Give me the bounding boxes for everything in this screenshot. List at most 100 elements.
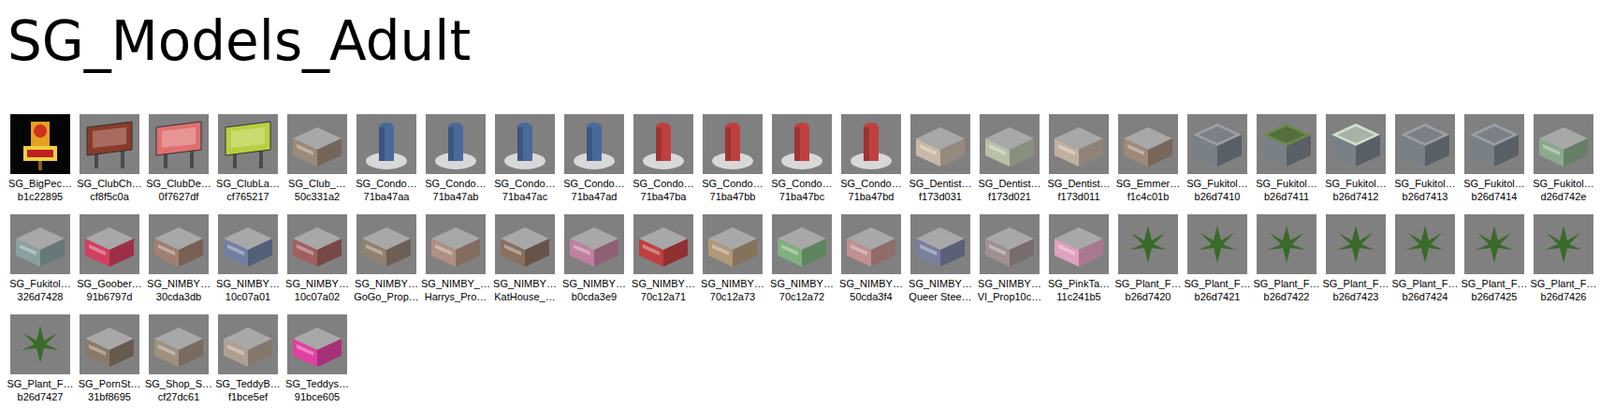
thumbnail [356,114,417,175]
condo-tower-icon [494,114,555,175]
building-icon [702,214,763,275]
file-name: SG_Plant_F… [1323,276,1390,291]
file-name: SG_NIMBY… [908,276,973,291]
file-subtitle: 10c07a01 [225,290,271,304]
file-item[interactable]: SG_NIMBY…10c07a01 [213,214,283,304]
condo-tower-icon [771,114,832,175]
file-item[interactable]: SG_Plant_F…b26d7423 [1321,214,1391,304]
file-name: SG_Fukitol… [1186,176,1248,190]
thumbnail [79,214,140,275]
file-item[interactable]: SG_Plant_F…b26d7421 [1182,214,1252,304]
file-item[interactable]: SG_Condo…71ba47ba [628,114,699,204]
file-item[interactable]: SG_Plant_F…b26d7426 [1528,214,1599,304]
thumbnail [1118,114,1179,175]
tank-icon [1256,114,1317,175]
thumbnail [979,114,1040,175]
billboard-icon [79,114,140,175]
file-item[interactable]: SG_Club_…50c331a2 [282,114,352,204]
file-item[interactable]: SG_Fukitol…b26d7411 [1251,114,1322,204]
thumbnail [287,214,348,275]
file-subtitle: GoGo_Prop… [353,290,420,304]
file-subtitle: b26d7421 [1194,290,1241,304]
file-item[interactable]: SG_TeddyB…f1bce5ef [213,314,283,404]
file-subtitle: 70c12a73 [710,290,756,304]
file-subtitle: f1c4c01b [1127,189,1170,204]
file-subtitle: 71ba47bc [779,189,825,204]
file-item[interactable]: SG_Fukitol…b26d7412 [1321,114,1391,204]
file-item[interactable]: SG_Condo…71ba47ad [559,114,629,204]
file-name: SG_Shop_S… [145,377,213,391]
file-item[interactable]: SG_Plant_F…b26d7420 [1113,214,1183,304]
file-item[interactable]: SG_Teddys…91bce605 [282,314,352,404]
file-item[interactable]: SG_NIMBY…b0cda3e9 [559,214,629,304]
thumbnail [1048,214,1109,275]
file-item[interactable]: SG_BigPec…b1c22895 [5,114,75,204]
file-name: SG_Condo… [563,176,625,190]
file-item[interactable]: SG_Shop_S…cf27dc61 [144,314,214,404]
file-item[interactable]: SG_NIMBY_…Harrys_Pro… [421,214,491,304]
thumbnail [1464,114,1525,175]
file-item[interactable]: SG_PornSt…31bf8695 [74,314,145,404]
file-item[interactable]: SG_NIMBY…70c12a71 [628,214,699,304]
file-name: SG_NIMBY… [700,276,765,291]
file-item[interactable]: SG_Plant_F…b26d7427 [5,314,75,404]
building-icon [1048,214,1109,275]
file-name: SG_Goober… [76,276,143,291]
file-item[interactable]: SG_Plant_F…b26d7424 [1390,214,1460,304]
file-item[interactable]: SG_NIMBY…GoGo_Prop… [351,214,422,304]
file-item[interactable]: SG_NIMBY…70c12a72 [767,214,837,304]
thumbnail [633,114,694,175]
file-item[interactable]: SG_Fukitol…b26d7410 [1182,114,1252,204]
file-item[interactable]: SG_Goober…91b6797d [74,214,145,304]
file-name: SG_NIMBY… [770,276,834,291]
file-item[interactable]: SG_Fukitol…326d7428 [5,214,75,304]
building-icon [425,214,486,275]
condo-tower-icon [425,114,486,175]
file-subtitle: b26d7424 [1402,290,1449,304]
thumbnail [10,314,71,375]
file-item[interactable]: SG_NIMBY…30cda3db [144,214,214,304]
file-name: SG_Plant_F… [1253,276,1321,291]
file-item[interactable]: SG_NIMBY…50cda3f4 [836,214,906,304]
file-item[interactable]: SG_Fukitol…b26d7414 [1459,114,1529,204]
file-subtitle: 71ba47bd [848,189,895,204]
folder-title: SG_Models_Adult [5,7,1600,75]
file-item[interactable]: SG_Condo…71ba47ab [421,114,491,204]
file-item[interactable]: SG_Condo…71ba47bd [836,114,906,204]
thumbnail [1118,214,1179,275]
file-item[interactable]: SG_Condo…71ba47bb [698,114,768,204]
file-name: SG_Dentist… [908,176,972,190]
file-item[interactable]: SG_ClubDe…0f7627df [144,114,214,204]
tank-icon [1395,114,1455,175]
file-name: SG_Condo… [632,176,694,190]
file-name: SG_NIMBY… [146,276,211,291]
file-item[interactable]: SG_NIMBY…KatHouse_… [490,214,560,304]
file-subtitle: cf27dc61 [158,390,201,404]
thumbnail [1533,214,1594,275]
file-item[interactable]: SG_NIMBY…Queer Stee… [905,214,975,304]
file-item[interactable]: SG_Dentist…f173d021 [974,114,1045,204]
file-item[interactable]: SG_NIMBY…VI_Prop10c… [974,214,1045,304]
file-name: SG_NIMBY… [285,276,350,291]
file-item[interactable]: SG_Fukitol…b26d7413 [1390,114,1460,204]
file-item[interactable]: SG_Condo…71ba47aa [351,114,422,204]
file-item[interactable]: SG_Condo…71ba47bc [767,114,837,204]
file-item[interactable]: SG_Condo…71ba47ac [490,114,560,204]
file-item[interactable]: SG_Plant_F…b26d7422 [1251,214,1322,304]
thumbnail [1395,214,1455,275]
file-name: SG_Club_… [288,176,347,190]
file-item[interactable]: SG_Plant_F…b26d7425 [1459,214,1529,304]
file-name: SG_Dentist… [1047,176,1110,190]
neon-sign-icon [10,114,71,175]
file-subtitle: 71ba47ba [640,189,687,204]
file-item[interactable]: SG_NIMBY…70c12a73 [698,214,768,304]
file-subtitle: b26d7425 [1471,290,1518,304]
file-item[interactable]: SG_Dentist…f173d031 [905,114,975,204]
file-item[interactable]: SG_ClubLa…cf765217 [213,114,283,204]
file-item[interactable]: SG_Dentist…f173d011 [1044,114,1114,204]
file-item[interactable]: SG_PinkTa…11c241b5 [1044,214,1114,304]
file-item[interactable]: SG_NIMBY…10c07a02 [282,214,352,304]
file-item[interactable]: SG_Fukitol…d26d742e [1528,114,1599,204]
file-item[interactable]: SG_Emmer…f1c4c01b [1113,114,1183,204]
file-item[interactable]: SG_ClubCh…cf8f5c0a [74,114,145,204]
